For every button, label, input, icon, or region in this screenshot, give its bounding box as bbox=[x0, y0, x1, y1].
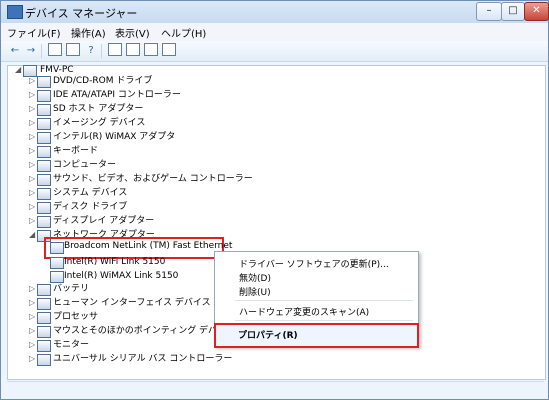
sd-icon bbox=[37, 104, 51, 116]
properties-icon[interactable] bbox=[47, 43, 63, 58]
display-icon bbox=[37, 216, 51, 228]
tree-item-processor[interactable]: プロセッサ bbox=[53, 310, 98, 324]
tree-item-wifi[interactable]: Intel(R) WiFi Link 5150 bbox=[64, 255, 165, 269]
tree-item-system[interactable]: システム デバイス bbox=[53, 186, 127, 200]
tree-item-sound[interactable]: サウンド、ビデオ、およびゲーム コントローラー bbox=[53, 172, 253, 186]
menu-separator bbox=[235, 300, 413, 301]
help-icon[interactable]: ? bbox=[83, 43, 99, 58]
tree-item-keyboard[interactable]: キーボード bbox=[53, 144, 98, 158]
expander-icon[interactable]: ▷ bbox=[29, 296, 37, 310]
camera-icon bbox=[37, 118, 51, 130]
expander-icon[interactable]: ▷ bbox=[29, 324, 37, 338]
title-bar[interactable]: デバイス マネージャー – □ ✕ bbox=[1, 1, 549, 23]
tree-item-wimax-adapter[interactable]: インテル(R) WiMAX アダプタ bbox=[53, 130, 175, 144]
dvd-icon bbox=[37, 76, 51, 88]
expander-icon[interactable]: ▷ bbox=[29, 186, 37, 200]
device-manager-icon bbox=[7, 5, 23, 19]
collapse-icon[interactable]: ◢ bbox=[15, 63, 23, 77]
toolbar: ← → ? bbox=[1, 41, 548, 62]
expander-icon[interactable]: ▷ bbox=[29, 200, 37, 214]
expander-icon[interactable]: ▷ bbox=[29, 282, 37, 296]
wifi-icon bbox=[50, 257, 64, 269]
processor-icon bbox=[37, 312, 51, 324]
tree-item-mouse[interactable]: マウスとそのほかのポインティング デバイ bbox=[53, 324, 226, 338]
menu-properties[interactable]: プロパティ(R) bbox=[238, 328, 298, 341]
expander-icon[interactable]: ▷ bbox=[29, 102, 37, 116]
menu-help[interactable]: ヘルプ(H) bbox=[161, 25, 206, 40]
tree-item-disk[interactable]: ディスク ドライブ bbox=[53, 200, 127, 214]
back-arrow-icon[interactable]: ← bbox=[7, 43, 23, 58]
keyboard-icon bbox=[37, 146, 51, 158]
expander-icon[interactable]: ▷ bbox=[29, 74, 37, 88]
sound-icon bbox=[37, 174, 51, 186]
tree-item-battery[interactable]: バッテリ bbox=[53, 282, 89, 296]
menu-uninstall[interactable]: 削除(U) bbox=[239, 285, 271, 298]
toolbar-separator bbox=[101, 44, 102, 58]
tree-item-computer[interactable]: コンピューター bbox=[53, 158, 116, 172]
toolbar-separator bbox=[41, 44, 42, 58]
tree-item-hid[interactable]: ヒューマン インターフェイス デバイス bbox=[53, 296, 211, 310]
menu-disable[interactable]: 無効(D) bbox=[239, 271, 271, 284]
scan-hardware-icon[interactable] bbox=[107, 43, 123, 58]
battery-icon bbox=[37, 284, 51, 296]
menu-bar: ファイル(F) 操作(A) 表示(V) ヘルプ(H) bbox=[1, 23, 548, 42]
tree-item-broadcom[interactable]: Broadcom NetLink (TM) Fast Ethernet bbox=[64, 239, 232, 253]
expander-icon[interactable]: ▷ bbox=[29, 144, 37, 158]
tree-item-display[interactable]: ディスプレイ アダプター bbox=[53, 214, 154, 228]
expander-icon[interactable]: ▷ bbox=[29, 214, 37, 228]
collapse-icon[interactable]: ◢ bbox=[29, 228, 37, 242]
menu-scan-hardware[interactable]: ハードウェア変更のスキャン(A) bbox=[239, 305, 369, 318]
expander-icon[interactable]: ▷ bbox=[29, 310, 37, 324]
expander-icon[interactable]: ▷ bbox=[29, 88, 37, 102]
tree-item-usb[interactable]: ユニバーサル シリアル バス コントローラー bbox=[53, 352, 232, 366]
monitor-icon bbox=[37, 340, 51, 352]
menu-update-driver[interactable]: ドライバー ソフトウェアの更新(P)... bbox=[239, 257, 389, 270]
window-title: デバイス マネージャー bbox=[25, 7, 138, 20]
ethernet-icon bbox=[50, 242, 64, 254]
hid-icon bbox=[37, 298, 51, 310]
forward-arrow-icon[interactable]: → bbox=[23, 43, 39, 58]
computer-icon bbox=[37, 160, 51, 172]
update-driver-icon[interactable] bbox=[125, 43, 141, 58]
show-hide-icon[interactable] bbox=[65, 43, 81, 58]
expander-icon[interactable]: ▷ bbox=[29, 172, 37, 186]
tree-item-ide[interactable]: IDE ATA/ATAPI コントローラー bbox=[53, 88, 181, 102]
ide-icon bbox=[37, 90, 51, 102]
usb-icon bbox=[37, 354, 51, 366]
expander-icon[interactable]: ▷ bbox=[29, 116, 37, 130]
expander-icon[interactable]: ▷ bbox=[29, 352, 37, 366]
system-icon bbox=[37, 188, 51, 200]
minimize-button[interactable]: – bbox=[476, 2, 502, 21]
menu-file[interactable]: ファイル(F) bbox=[7, 25, 61, 40]
menu-action[interactable]: 操作(A) bbox=[71, 25, 106, 40]
status-bar bbox=[7, 381, 544, 398]
close-button[interactable]: ✕ bbox=[524, 2, 549, 21]
maximize-button[interactable]: □ bbox=[501, 2, 525, 21]
expander-icon[interactable]: ▷ bbox=[29, 338, 37, 352]
menu-separator bbox=[235, 320, 413, 321]
disable-icon[interactable] bbox=[161, 43, 177, 58]
tree-item-dvd[interactable]: DVD/CD-ROM ドライブ bbox=[53, 74, 152, 88]
uninstall-icon[interactable] bbox=[143, 43, 159, 58]
device-manager-window: デバイス マネージャー – □ ✕ ファイル(F) 操作(A) 表示(V) ヘル… bbox=[0, 0, 549, 400]
tree-item-monitor[interactable]: モニター bbox=[53, 338, 89, 352]
tree-item-wimax-link[interactable]: Intel(R) WiMAX Link 5150 bbox=[64, 269, 178, 283]
expander-icon[interactable]: ▷ bbox=[29, 130, 37, 144]
menu-view[interactable]: 表示(V) bbox=[115, 25, 150, 40]
wimax-icon bbox=[37, 132, 51, 144]
disk-icon bbox=[37, 202, 51, 214]
tree-item-sd[interactable]: SD ホスト アダプター bbox=[53, 102, 143, 116]
tree-item-imaging[interactable]: イメージング デバイス bbox=[53, 116, 145, 130]
expander-icon[interactable]: ▷ bbox=[29, 158, 37, 172]
mouse-icon bbox=[37, 326, 51, 338]
